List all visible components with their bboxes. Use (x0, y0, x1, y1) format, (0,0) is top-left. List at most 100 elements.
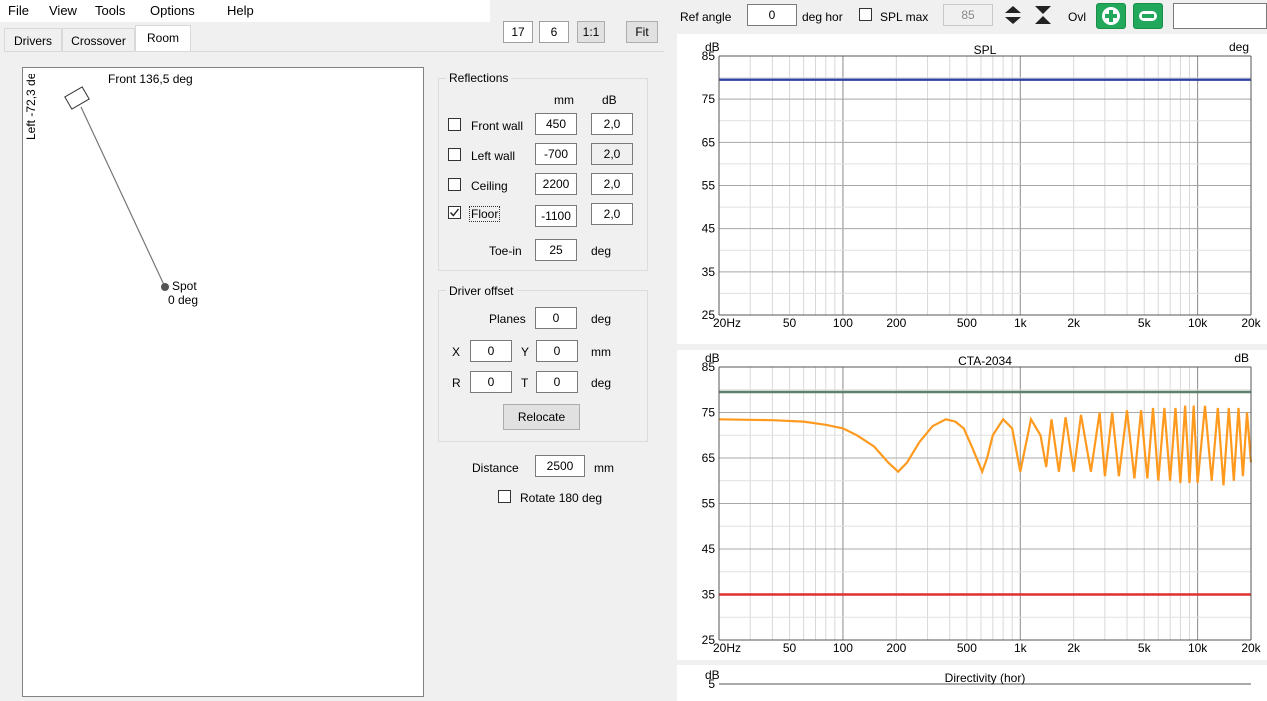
x-tick-label: 1k (1014, 316, 1028, 330)
y-label: Y (521, 345, 530, 359)
x-tick-label: 2k (1067, 316, 1081, 330)
chart-title: CTA-2034 (958, 354, 1012, 368)
chart-title: SPL (974, 43, 997, 57)
ref-angle-input[interactable]: 0 (747, 4, 797, 26)
menu-options[interactable]: Options (150, 3, 195, 18)
remove-icon[interactable] (1133, 3, 1163, 29)
y-tick-label: 75 (702, 406, 716, 420)
chart-background (677, 350, 1267, 660)
tab-room[interactable]: Room (135, 25, 191, 52)
ceiling-label: Ceiling (471, 179, 508, 193)
floor-mm-input[interactable]: -1100 (535, 205, 577, 227)
tab-crossover[interactable]: Crossover (62, 28, 135, 52)
y-tick-label: 45 (702, 542, 716, 556)
room-view[interactable]: Front 136,5 deg Left -72,3 de Spot 0 deg (22, 67, 424, 697)
left-angle-label: Left -72,3 de (24, 74, 38, 140)
ovl-text-input[interactable] (1173, 3, 1267, 29)
menu-help[interactable]: Help (227, 3, 254, 18)
x-tick-label: 200 (886, 641, 906, 655)
spot-label: Spot (172, 279, 197, 293)
checkmark-icon (449, 208, 460, 217)
tab-drivers[interactable]: Drivers (4, 28, 62, 52)
ceiling-checkbox[interactable] (448, 178, 461, 191)
reflections-title: Reflections (446, 71, 512, 85)
relocate-button[interactable]: Relocate (503, 404, 580, 430)
right-unit-label: deg (1229, 40, 1249, 54)
zoom-value-2[interactable]: 6 (539, 21, 569, 43)
left-wall-mm-input[interactable]: -700 (535, 143, 577, 165)
front-wall-db-input[interactable]: 2,0 (591, 113, 633, 135)
ref-angle-label: Ref angle (680, 10, 732, 24)
x-tick-label: 500 (957, 316, 977, 330)
floor-checkbox[interactable] (448, 206, 461, 219)
spl-max-input[interactable]: 85 (943, 4, 993, 26)
cta2034-chart: 8575655545352520Hz 50 100 200 500 1k 2k 5k 10k 20… (677, 350, 1267, 660)
spot-deg-label: 0 deg (168, 293, 199, 307)
toe-in-unit: deg (591, 244, 612, 258)
front-wall-label: Front wall (471, 119, 524, 133)
front-wall-mm-input[interactable]: 450 (535, 113, 577, 135)
planes-input[interactable]: 0 (535, 307, 577, 329)
menu-bar: File View Tools Options Help (0, 0, 490, 22)
toe-in-input[interactable]: 25 (535, 239, 577, 261)
rotate-checkbox[interactable] (498, 490, 511, 503)
floor-db-input[interactable]: 2,0 (591, 203, 633, 225)
y-tick-label: 65 (702, 135, 716, 149)
y-unit-label: dB (705, 40, 720, 54)
directivity-chart: 5dB Directivity (hor) (677, 665, 1267, 701)
x-input[interactable]: 0 (470, 340, 512, 362)
y-tick-label: 35 (702, 588, 716, 602)
speaker-axis-line (80, 106, 166, 288)
one-to-one-button[interactable]: 1:1 (577, 21, 605, 43)
y-input[interactable]: 0 (536, 340, 578, 362)
x-tick-label: 100 (833, 316, 853, 330)
add-icon[interactable] (1096, 3, 1126, 29)
up-down-arrows-icon[interactable] (1001, 4, 1025, 26)
left-wall-checkbox[interactable] (448, 148, 461, 161)
tab-divider (4, 51, 664, 52)
x-tick-label: 1k (1014, 641, 1028, 655)
left-wall-label: Left wall (471, 149, 516, 163)
collapse-arrows-icon[interactable] (1031, 4, 1055, 26)
zoom-value-1[interactable]: 17 (503, 21, 533, 43)
floor-label: Floor (469, 206, 501, 222)
y-tick-label: 65 (702, 451, 716, 465)
x-tick-label: 10k (1188, 641, 1208, 655)
speaker-box-icon (64, 86, 90, 110)
y-tick-label: 55 (702, 497, 716, 511)
x-tick-label: 20k (1241, 316, 1261, 330)
menu-file[interactable]: File (8, 3, 29, 18)
y-tick-label: 45 (702, 222, 716, 236)
spl-max-label: SPL max (880, 10, 929, 24)
t-label: T (521, 376, 529, 390)
col-mm-label: mm (554, 93, 574, 107)
deg-hor-label: deg hor (802, 10, 843, 24)
listening-spot-icon (161, 283, 169, 291)
r-label: R (452, 376, 461, 390)
x-tick-label: 100 (833, 641, 853, 655)
fit-button[interactable]: Fit (626, 21, 658, 43)
y-unit-label: dB (705, 351, 720, 365)
x-tick-label: 200 (886, 316, 906, 330)
rt-unit: deg (591, 376, 612, 390)
ceiling-mm-input[interactable]: 2200 (535, 173, 577, 195)
t-input[interactable]: 0 (536, 371, 578, 393)
front-wall-checkbox[interactable] (448, 118, 461, 131)
rotate-label: Rotate 180 deg (520, 491, 603, 505)
x-tick-label: 2k (1067, 641, 1081, 655)
x-tick-label: 50 (783, 641, 797, 655)
driver-offset-title: Driver offset (446, 284, 517, 298)
y-tick-label: 35 (702, 265, 716, 279)
x-tick-label: 500 (957, 641, 977, 655)
distance-label: Distance (472, 461, 519, 475)
room-drawing (64, 86, 169, 291)
distance-unit: mm (594, 461, 614, 475)
menu-view[interactable]: View (49, 3, 77, 18)
spl-max-checkbox[interactable] (859, 8, 872, 21)
toe-in-label: Toe-in (489, 244, 522, 258)
distance-input[interactable]: 2500 (535, 455, 585, 477)
left-wall-db-input[interactable]: 2,0 (591, 143, 633, 165)
ceiling-db-input[interactable]: 2,0 (591, 173, 633, 195)
r-input[interactable]: 0 (470, 371, 512, 393)
menu-tools[interactable]: Tools (95, 3, 125, 18)
